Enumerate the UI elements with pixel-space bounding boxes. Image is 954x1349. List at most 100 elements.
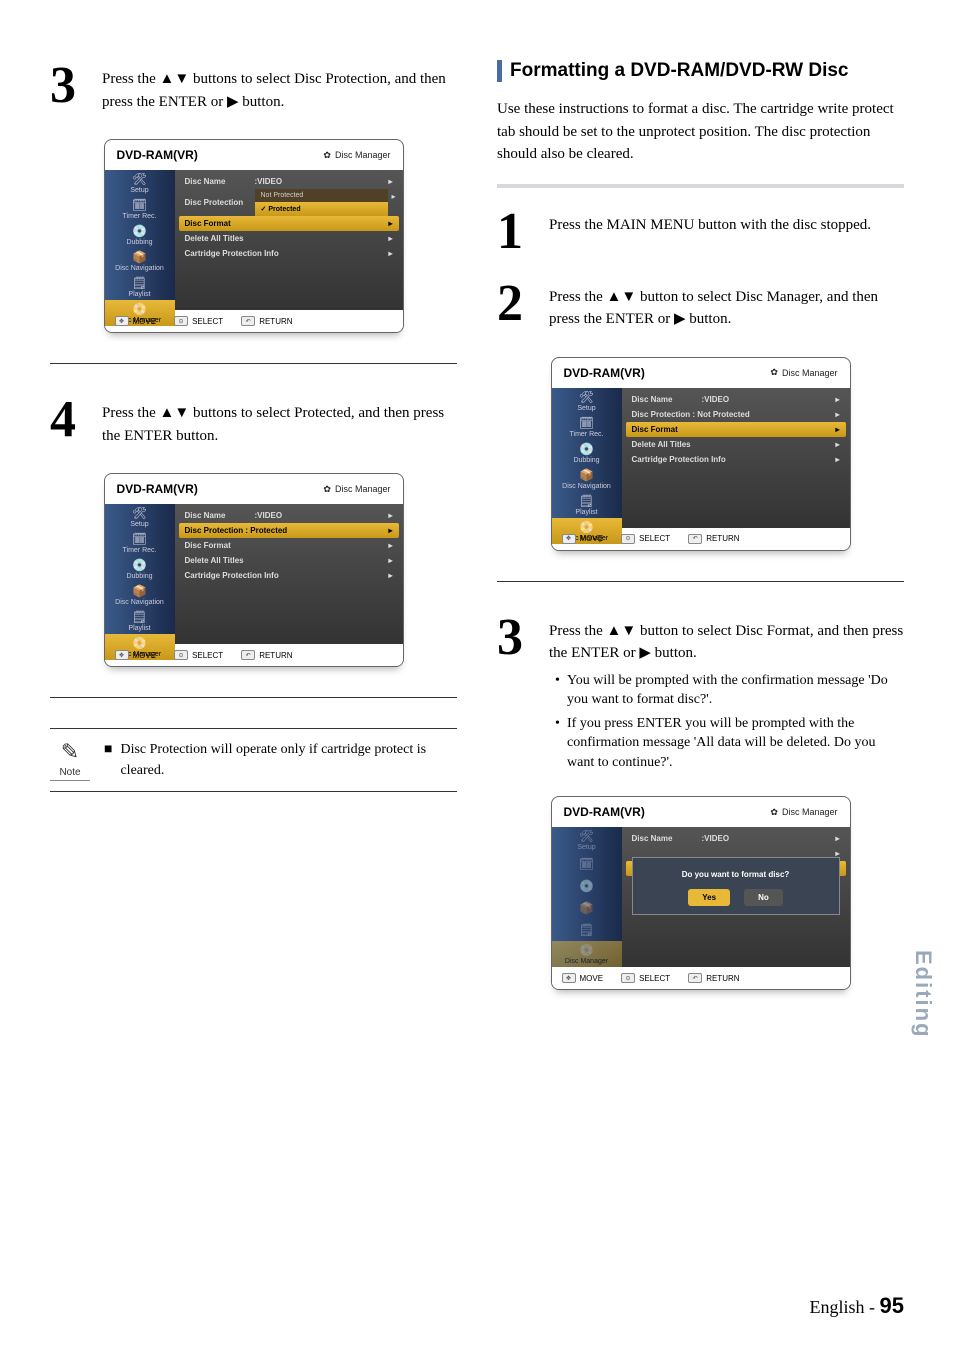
row-disc-name[interactable]: Disc Name:VIDEO▸: [626, 831, 846, 846]
no-button[interactable]: No: [744, 889, 783, 906]
osd-subtitle: ✿Disc Manager: [323, 484, 390, 495]
osd-subtitle: ✿Disc Manager: [770, 367, 837, 378]
step-number: 4: [50, 394, 86, 453]
pencil-icon: ✎: [50, 739, 90, 765]
note-block: ✎ Note ■ Disc Protection will operate on…: [50, 728, 457, 792]
sidebar-item-playlist[interactable]: 🗒Playlist: [105, 274, 175, 300]
arrow-icon: ▸: [388, 526, 392, 535]
disc-alt-icon: 📀: [132, 636, 147, 650]
step-number: 1: [497, 206, 533, 258]
sidebar-item-timer[interactable]: 🗓: [552, 853, 622, 875]
row-delete[interactable]: Delete All Titles▸: [626, 437, 846, 452]
row-delete[interactable]: Delete All Titles▸: [179, 553, 399, 568]
row-cartridge[interactable]: Cartridge Protection Info▸: [179, 568, 399, 583]
yes-button[interactable]: Yes: [688, 889, 730, 906]
sidebar-item-setup[interactable]: 🛠Setup: [105, 504, 175, 530]
submenu-not-protected[interactable]: Not Protected: [255, 189, 389, 202]
step-instruction: Press the MAIN MENU button with the disc…: [549, 214, 871, 237]
osd-sidebar: 🛠Setup 🗓Timer Rec. 💿Dubbing 📦Disc Naviga…: [105, 170, 175, 310]
step-instruction: Press the ▲▼ buttons to select Disc Prot…: [102, 68, 457, 113]
row-format[interactable]: Disc Format▸: [179, 538, 399, 553]
row-format[interactable]: Disc Format▸: [626, 422, 846, 437]
osd-sidebar: 🛠Setup 🗓 💿 📦 🗒 📀Disc Manager: [552, 827, 622, 967]
arrow-icon: ▸: [388, 511, 392, 520]
sidebar-item-navigation[interactable]: 📦Disc Navigation: [105, 582, 175, 608]
disc-icon: 💿: [579, 879, 594, 893]
osd-screenshot-2: DVD-RAM(VR) ✿Disc Manager 🛠Setup 🗓Timer …: [104, 473, 404, 667]
sidebar-item-setup[interactable]: 🛠Setup: [552, 388, 622, 414]
arrow-icon: ▸: [388, 541, 392, 550]
row-disc-name[interactable]: Disc Name:VIDEO▸: [626, 392, 846, 407]
footer-return: ↶RETURN: [241, 316, 292, 326]
sidebar-item-navigation[interactable]: 📦Disc Navigation: [105, 248, 175, 274]
sidebar-item-playlist[interactable]: 🗒Playlist: [105, 608, 175, 634]
row-cartridge[interactable]: Cartridge Protection Info▸: [626, 452, 846, 467]
intro-text: Use these instructions to format a disc.…: [497, 98, 904, 166]
osd-title: DVD-RAM(VR): [117, 482, 198, 496]
tools-icon: 🛠: [579, 390, 594, 404]
sidebar-item-setup[interactable]: 🛠Setup: [105, 170, 175, 196]
sidebar-item-manager[interactable]: 📀Disc Manager: [552, 941, 622, 967]
row-disc-name[interactable]: Disc Name:VIDEO▸: [179, 174, 399, 189]
sidebar-item-navigation[interactable]: 📦: [552, 897, 622, 919]
row-format[interactable]: Disc Format▸: [179, 216, 399, 231]
footer-move: ✥MOVE: [115, 650, 157, 660]
page-language: English: [810, 1297, 865, 1317]
step-4-left: 4 Press the ▲▼ buttons to select Protect…: [50, 394, 457, 453]
sidebar-item-dubbing[interactable]: 💿: [552, 875, 622, 897]
sidebar-item-dubbing[interactable]: 💿Dubbing: [552, 440, 622, 466]
section-title: Formatting a DVD-RAM/DVD-RW Disc: [510, 60, 849, 82]
osd-content: Disc Name:VIDEO▸ Disc Protection : Not P…: [622, 388, 850, 528]
sidebar-item-dubbing[interactable]: 💿Dubbing: [105, 222, 175, 248]
disc-alt-icon: 📀: [132, 302, 147, 316]
section-side-tab: Editing: [910, 950, 936, 1039]
step-1-right: 1 Press the MAIN MENU button with the di…: [497, 206, 904, 258]
row-disc-name[interactable]: Disc Name:VIDEO▸: [179, 508, 399, 523]
sidebar-item-playlist[interactable]: 🗒: [552, 919, 622, 941]
arrow-icon: ▸: [835, 834, 839, 843]
footer-select: ⊙SELECT: [621, 534, 670, 544]
dialog-text: Do you want to format disc?: [641, 870, 831, 879]
sidebar-item-dubbing[interactable]: 💿Dubbing: [105, 556, 175, 582]
sidebar-item-timer[interactable]: 🗓Timer Rec.: [105, 196, 175, 222]
arrow-icon: ▸: [388, 189, 398, 216]
sidebar-item-timer[interactable]: 🗓Timer Rec.: [552, 414, 622, 440]
row-protection[interactable]: Disc Protection: [179, 189, 255, 216]
disc-icon: 💿: [579, 442, 594, 456]
disc-icon: 💿: [132, 558, 147, 572]
sidebar-item-navigation[interactable]: 📦Disc Navigation: [552, 466, 622, 492]
sidebar-item-setup[interactable]: 🛠Setup: [552, 827, 622, 853]
row-protection[interactable]: Disc Protection : Protected▸: [179, 523, 399, 538]
arrow-icon: ▸: [388, 571, 392, 580]
arrow-icon: ▸: [835, 455, 839, 464]
sidebar-item-playlist[interactable]: 🗒Playlist: [552, 492, 622, 518]
bullet-item: You will be prompted with the confirmati…: [555, 671, 904, 710]
row-delete[interactable]: Delete All Titles▸: [179, 231, 399, 246]
left-column: 3 Press the ▲▼ buttons to select Disc Pr…: [50, 60, 457, 1020]
sidebar-item-timer[interactable]: 🗓Timer Rec.: [105, 530, 175, 556]
note-text: Disc Protection will operate only if car…: [120, 739, 457, 781]
bullet-item: If you press ENTER you will be prompted …: [555, 714, 904, 773]
calendar-icon: 🗓: [132, 532, 147, 546]
row-cartridge[interactable]: Cartridge Protection Info▸: [179, 246, 399, 261]
gear-icon: ✿: [323, 150, 331, 161]
step-text: Press the ▲▼ button to select Disc Forma…: [549, 612, 904, 777]
note-label: Note: [50, 767, 90, 781]
page-footer: English - 95: [810, 1293, 905, 1319]
osd-subtitle: ✿Disc Manager: [770, 807, 837, 818]
footer-return: ↶RETURN: [688, 973, 739, 983]
step-text: Press the MAIN MENU button with the disc…: [549, 206, 871, 258]
tools-icon: 🛠: [132, 506, 147, 520]
arrow-icon: ▸: [388, 177, 392, 186]
box-icon: 📦: [579, 468, 594, 482]
submenu-protected[interactable]: ✓ Protected: [255, 202, 389, 216]
gear-icon: ✿: [323, 484, 331, 495]
select-icon: ⊙: [621, 973, 635, 983]
calendar-icon: 🗓: [579, 857, 594, 871]
osd-content: Disc Name:VIDEO▸ Disc Protection : Prote…: [175, 504, 403, 644]
move-icon: ✥: [562, 973, 576, 983]
tools-icon: 🛠: [132, 172, 147, 186]
section-bar-icon: [497, 60, 502, 82]
row-protection[interactable]: Disc Protection : Not Protected▸: [626, 407, 846, 422]
step-text: Press the ▲▼ buttons to select Disc Prot…: [102, 60, 457, 119]
